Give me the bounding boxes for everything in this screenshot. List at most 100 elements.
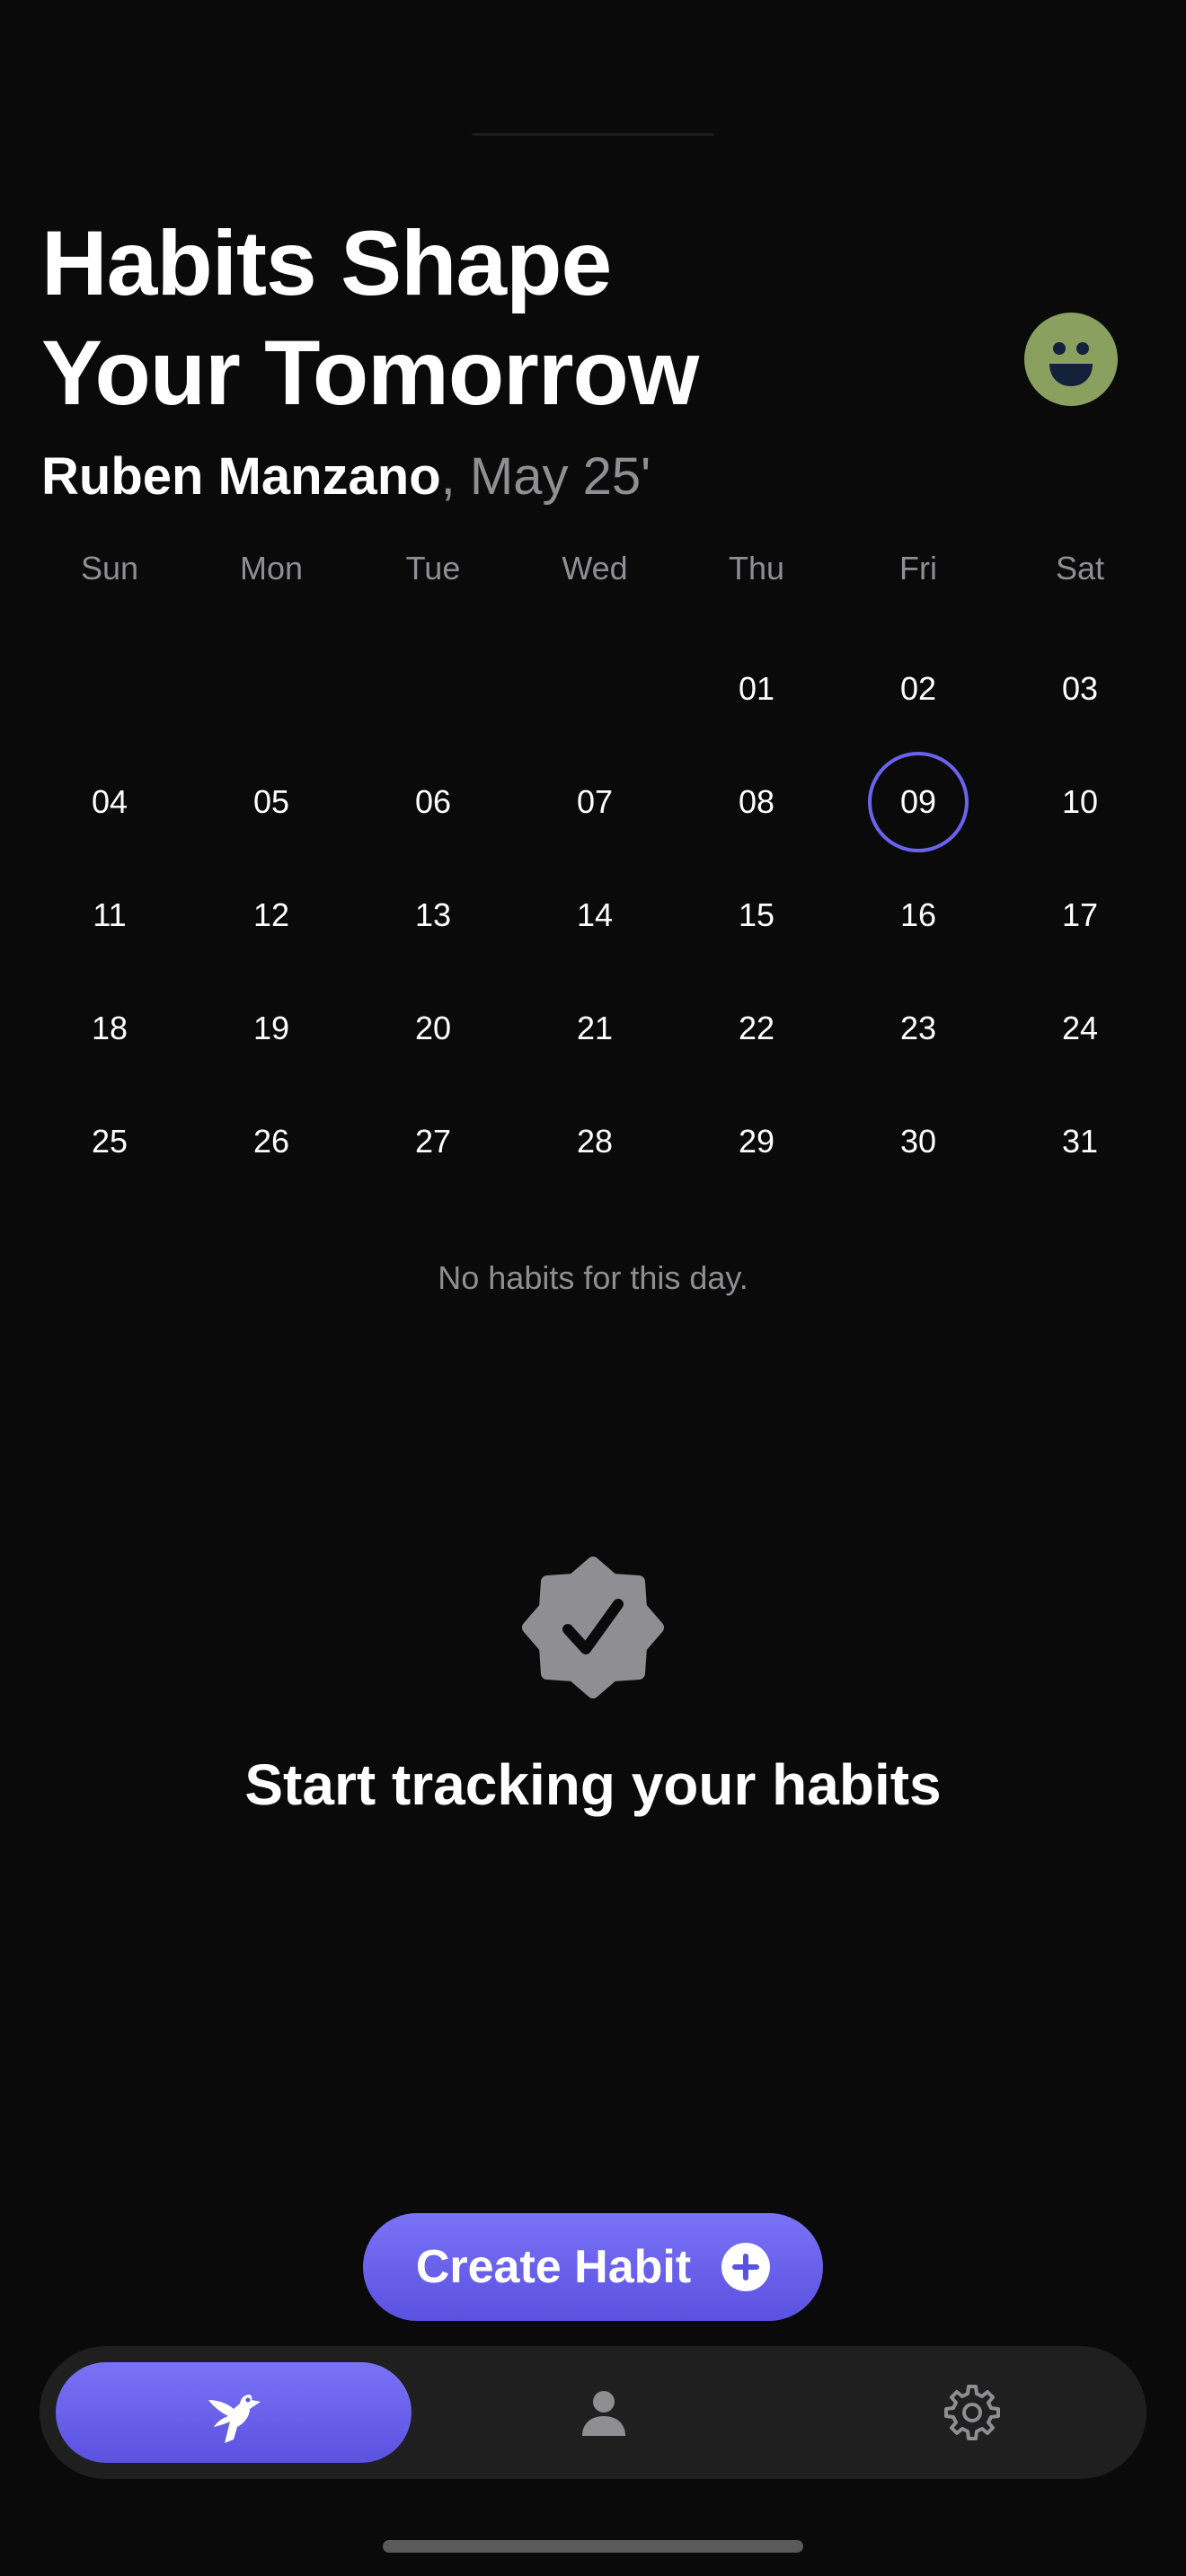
calendar-day-number: 05 <box>252 783 290 820</box>
calendar-day-number: 04 <box>91 783 128 820</box>
calendar-day-number: 13 <box>414 896 452 933</box>
calendar-day[interactable]: 16 <box>837 859 999 972</box>
calendar-day[interactable]: 15 <box>676 859 837 972</box>
person-icon <box>582 2391 625 2436</box>
calendar-day-number: 11 <box>93 896 127 933</box>
calendar-day[interactable]: 10 <box>999 745 1161 859</box>
calendar-week: 25 26 27 28 29 30 31 <box>29 1085 1161 1198</box>
calendar-empty-cell <box>352 632 514 745</box>
calendar-day[interactable]: 28 <box>514 1085 676 1198</box>
calendar-day-number: 02 <box>899 670 937 707</box>
bird-icon <box>208 2395 261 2443</box>
calendar-day-number: 07 <box>576 783 614 820</box>
empty-state-title: Start tracking your habits <box>244 1752 942 1817</box>
calendar-day-number: 10 <box>1061 783 1099 820</box>
calendar-day-number: 01 <box>738 670 775 707</box>
calendar-day-number: 14 <box>576 896 614 933</box>
calendar-day[interactable]: 29 <box>676 1085 837 1198</box>
calendar-day[interactable]: 05 <box>190 745 352 859</box>
top-indicator <box>472 133 714 136</box>
calendar-day-number: 15 <box>738 896 775 933</box>
calendar-empty-cell <box>29 632 190 745</box>
tab-profile[interactable] <box>426 2362 782 2463</box>
calendar-day-number: 31 <box>1061 1123 1099 1160</box>
calendar-day[interactable]: 27 <box>352 1085 514 1198</box>
calendar-day-number: 24 <box>1061 1010 1099 1046</box>
page-title: Habits Shape Your Tomorrow <box>41 208 850 428</box>
calendar-day[interactable]: 19 <box>190 972 352 1085</box>
calendar-day[interactable]: 01 <box>676 632 837 745</box>
calendar-week: 01 02 03 <box>29 632 1161 745</box>
calendar-day-selected[interactable]: 09 <box>837 745 999 859</box>
calendar-day-number: 30 <box>899 1123 937 1160</box>
weekday-label: Sat <box>1055 550 1105 587</box>
create-habit-label: Create Habit <box>415 2241 692 2293</box>
calendar-week: 11 12 13 14 15 16 17 <box>29 859 1161 972</box>
calendar-day[interactable]: 03 <box>999 632 1161 745</box>
calendar-day[interactable]: 20 <box>352 972 514 1085</box>
tab-habits[interactable] <box>56 2362 412 2463</box>
calendar-empty-cell <box>514 632 676 745</box>
weekday-label: Wed <box>562 550 628 587</box>
calendar-day[interactable]: 14 <box>514 859 676 972</box>
weekday-label: Tue <box>405 550 461 587</box>
calendar-day[interactable]: 08 <box>676 745 837 859</box>
current-month-label: , May 25' <box>440 447 651 506</box>
calendar-day-number: 09 <box>899 783 937 820</box>
calendar-day[interactable]: 11 <box>29 859 190 972</box>
user-name: Ruben Manzano <box>41 447 441 506</box>
calendar-week: 18 19 20 21 22 23 24 <box>29 972 1161 1085</box>
calendar-day-number: 20 <box>414 1010 452 1046</box>
calendar-day-number: 12 <box>252 896 290 933</box>
calendar-day-number: 21 <box>576 1010 614 1046</box>
gear-icon <box>944 2385 1000 2440</box>
calendar-day-number: 08 <box>738 783 775 820</box>
title-line-2: Your Tomorrow <box>41 322 699 424</box>
calendar-day[interactable]: 07 <box>514 745 676 859</box>
calendar-day[interactable]: 02 <box>837 632 999 745</box>
weekday-header: Sun Mon Tue Wed Thu Fri Sat <box>29 539 1161 598</box>
calendar-day[interactable]: 22 <box>676 972 837 1085</box>
calendar-day-number: 26 <box>252 1123 290 1160</box>
calendar-day-number: 25 <box>91 1123 128 1160</box>
calendar-day[interactable]: 13 <box>352 859 514 972</box>
title-line-1: Habits Shape <box>41 212 612 314</box>
avatar[interactable] <box>1024 313 1118 406</box>
calendar-grid: 01 02 03 04 05 06 07 08 09 10 11 12 13 14 15 16 17 18 19 20… <box>29 632 1161 1198</box>
calendar-day-number: 19 <box>252 1010 290 1046</box>
calendar-week: 04 05 06 07 08 09 10 <box>29 745 1161 859</box>
calendar-day-number: 23 <box>899 1010 937 1046</box>
calendar-day-number: 28 <box>576 1123 614 1160</box>
user-date-line: Ruben Manzano, May 25' <box>41 446 651 508</box>
weekday-label: Thu <box>728 550 785 587</box>
calendar-day[interactable]: 31 <box>999 1085 1161 1198</box>
calendar-day[interactable]: 26 <box>190 1085 352 1198</box>
calendar-day[interactable]: 24 <box>999 972 1161 1085</box>
calendar-day[interactable]: 12 <box>190 859 352 972</box>
calendar-day-number: 17 <box>1061 896 1099 933</box>
calendar-day[interactable]: 04 <box>29 745 190 859</box>
weekday-label: Fri <box>899 550 937 587</box>
create-habit-button[interactable]: Create Habit <box>363 2213 823 2321</box>
calendar-day-number: 16 <box>899 896 937 933</box>
calendar-day[interactable]: 21 <box>514 972 676 1085</box>
calendar-day-number: 29 <box>738 1123 775 1160</box>
calendar-day-number: 03 <box>1061 670 1099 707</box>
calendar-day[interactable]: 17 <box>999 859 1161 972</box>
checkmark-seal-icon <box>518 1552 668 1703</box>
calendar-day-number: 27 <box>414 1123 452 1160</box>
calendar: Sun Mon Tue Wed Thu Fri Sat 01 02 03 04 05 06… <box>29 539 1161 1198</box>
calendar-day-number: 22 <box>738 1010 775 1046</box>
calendar-day[interactable]: 06 <box>352 745 514 859</box>
weekday-label: Mon <box>239 550 304 587</box>
no-habits-message: No habits for this day. <box>438 1259 748 1296</box>
calendar-day[interactable]: 23 <box>837 972 999 1085</box>
calendar-day[interactable]: 25 <box>29 1085 190 1198</box>
plus-circle-icon <box>721 2243 771 2291</box>
calendar-day[interactable]: 18 <box>29 972 190 1085</box>
calendar-day-number: 18 <box>91 1010 128 1046</box>
calendar-day[interactable]: 30 <box>837 1085 999 1198</box>
smiley-face-icon <box>1049 342 1093 386</box>
weekday-label: Sun <box>80 550 139 587</box>
tab-settings[interactable] <box>794 2362 1150 2463</box>
